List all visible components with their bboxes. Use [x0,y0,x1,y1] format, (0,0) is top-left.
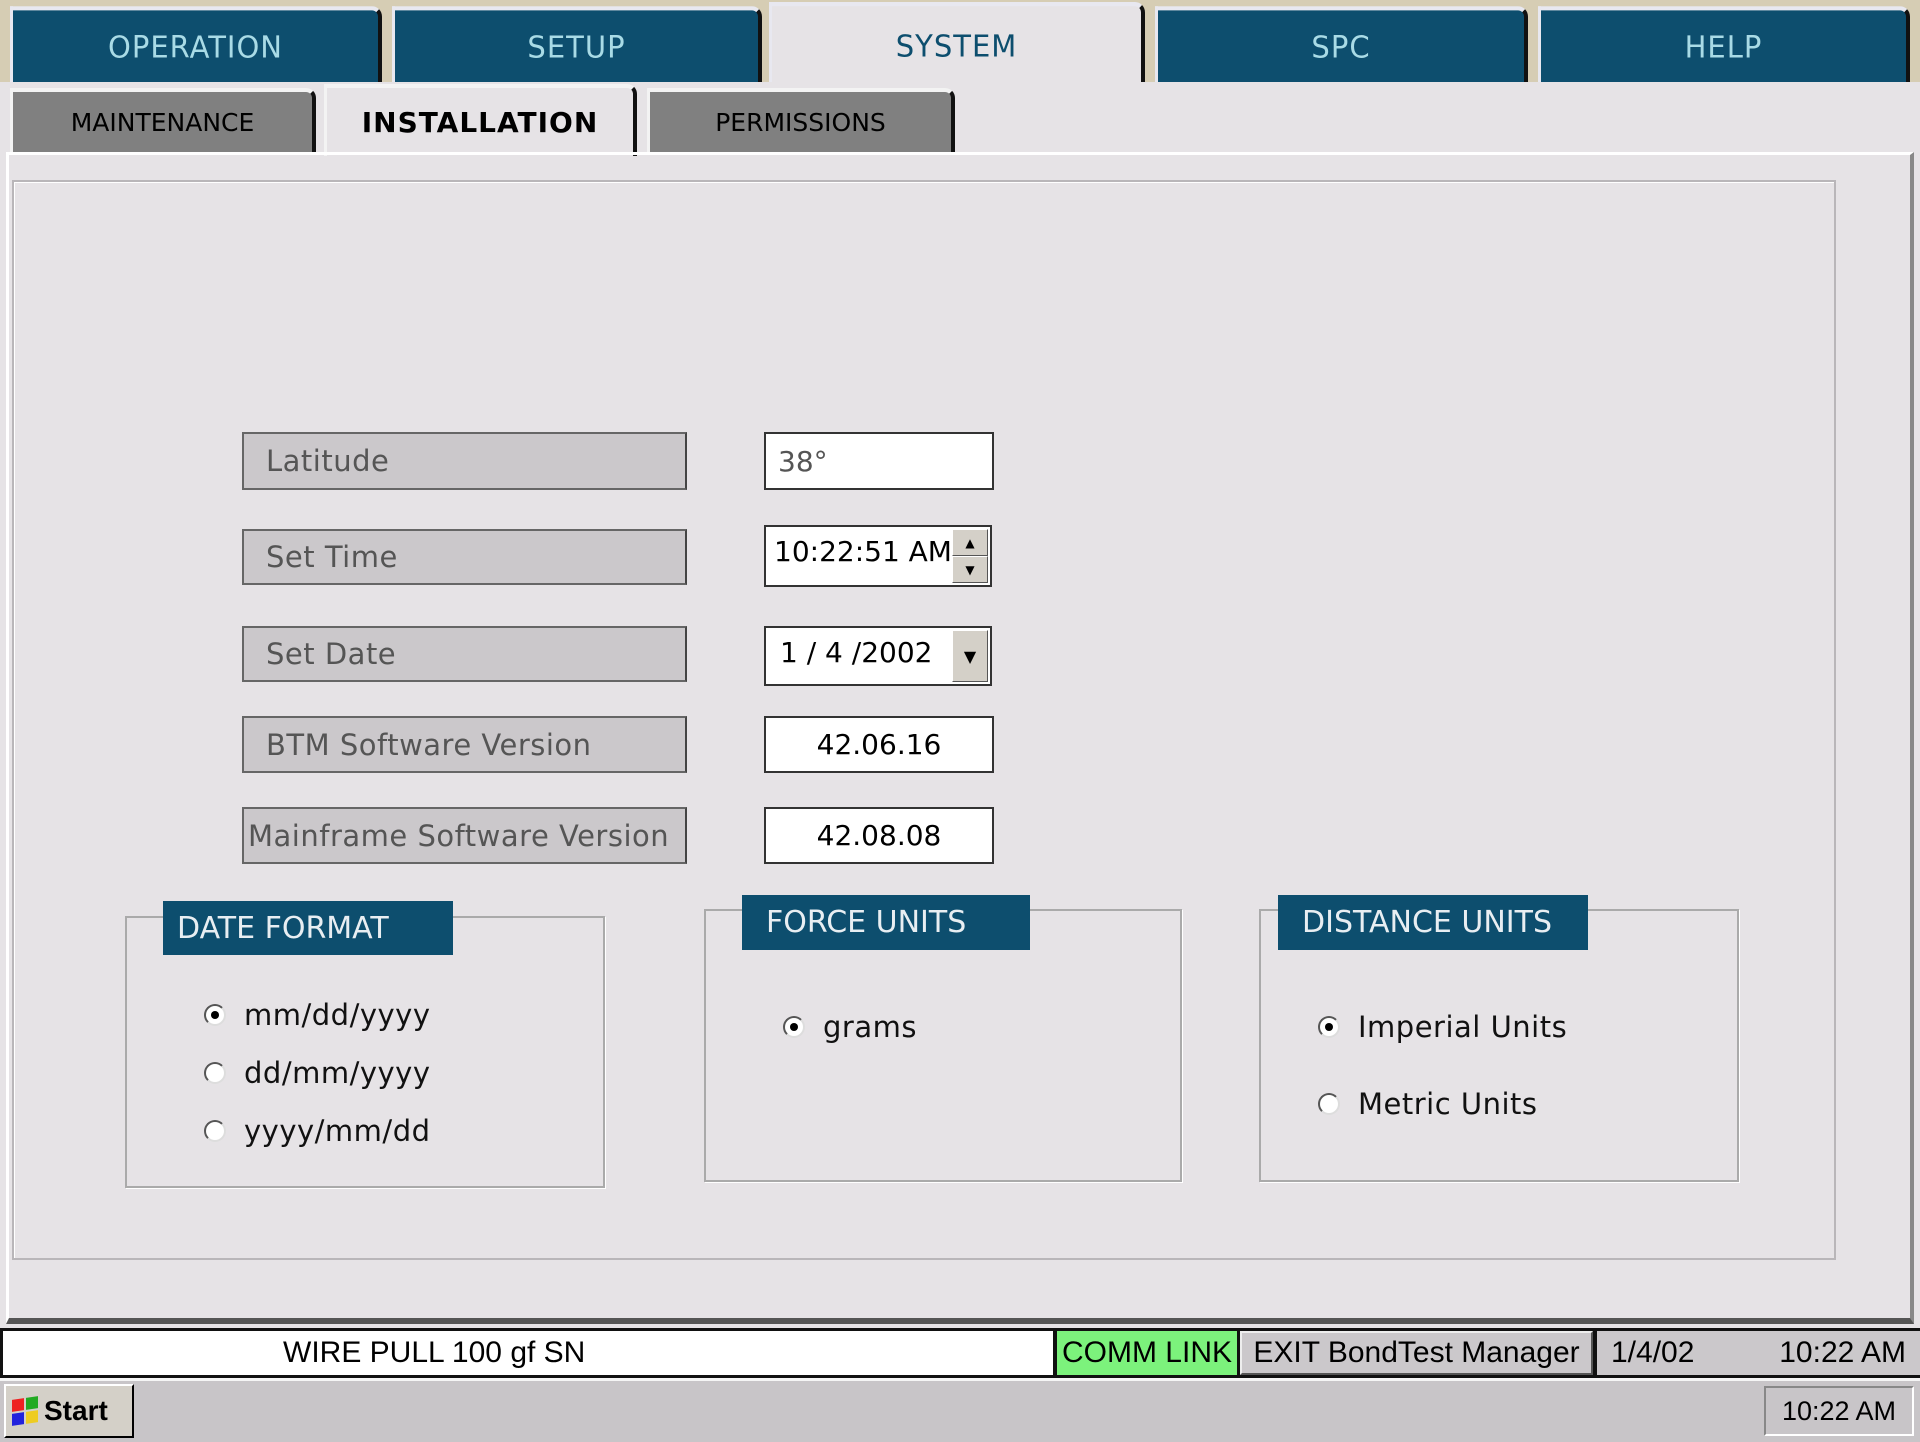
radio-label: grams [823,1010,917,1044]
radio-selected-icon[interactable] [204,1004,226,1026]
radio-label: yyyy/mm/dd [244,1114,431,1148]
tab-installation[interactable]: INSTALLATION [324,84,637,156]
radio-mm-dd-yyyy[interactable]: mm/dd/yyyy [204,998,431,1032]
radio-icon[interactable] [204,1062,226,1084]
radio-label: mm/dd/yyyy [244,998,431,1032]
date-value: 1 / 4 /2002 [780,636,933,669]
force-units-title: FORCE UNITS [742,895,1030,950]
test-status: WIRE PULL 100 gf SN [3,1331,1053,1375]
taskbar [0,1378,1920,1442]
radio-grams[interactable]: grams [783,1010,917,1044]
tab-help[interactable]: HELP [1538,6,1910,84]
date-dropdown-button[interactable]: ▼ [952,630,988,682]
latitude-label: Latitude [242,432,687,490]
time-spinner[interactable]: ▲ ▼ [952,529,988,583]
taskbar-clock: 10:22 AM [1764,1386,1914,1436]
radio-dd-mm-yyyy[interactable]: dd/mm/yyyy [204,1056,431,1090]
time-value: 10:22:51 AM [774,535,952,568]
tab-system[interactable]: SYSTEM [769,2,1145,86]
windows-logo-icon [12,1396,38,1426]
radio-imperial-units[interactable]: Imperial Units [1318,1010,1567,1044]
spin-up-icon[interactable]: ▲ [952,529,988,556]
radio-label: Imperial Units [1358,1010,1568,1044]
radio-label: Metric Units [1358,1087,1538,1121]
comm-link-indicator: COMM LINK [1057,1331,1237,1375]
tab-maintenance[interactable]: MAINTENANCE [10,88,316,152]
date-format-title: DATE FORMAT [163,901,453,955]
status-date: 1/4/02 [1611,1336,1695,1369]
radio-metric-units[interactable]: Metric Units [1318,1087,1538,1121]
time-field[interactable]: 10:22:51 AM ▲ ▼ [764,525,992,587]
status-datetime: 1/4/02 10:22 AM [1597,1331,1920,1375]
mainframe-version-field: 42.08.08 [764,807,994,864]
set-time-label: Set Time [242,529,687,585]
radio-selected-icon[interactable] [783,1016,805,1038]
start-button[interactable]: Start [4,1384,134,1438]
tab-spc[interactable]: SPC [1155,6,1528,84]
radio-yyyy-mm-dd[interactable]: yyyy/mm/dd [204,1114,431,1148]
tab-setup[interactable]: SETUP [392,6,762,84]
radio-label: dd/mm/yyyy [244,1056,431,1090]
start-label: Start [44,1395,108,1426]
radio-selected-icon[interactable] [1318,1016,1340,1038]
mainframe-version-label: Mainframe Software Version [242,807,687,864]
date-picker[interactable]: 1 / 4 /2002 ▼ [764,626,992,686]
spin-down-icon[interactable]: ▼ [952,556,988,583]
exit-button[interactable]: EXIT BondTest Manager [1240,1331,1593,1375]
latitude-field[interactable]: 38° [764,432,994,490]
distance-units-title: DISTANCE UNITS [1278,895,1588,950]
radio-icon[interactable] [1318,1093,1340,1115]
btm-version-label: BTM Software Version [242,716,687,773]
tab-operation[interactable]: OPERATION [10,6,382,84]
radio-icon[interactable] [204,1120,226,1142]
chevron-down-icon[interactable]: ▼ [952,630,988,682]
set-date-label: Set Date [242,626,687,682]
tab-permissions[interactable]: PERMISSIONS [647,88,955,152]
btm-version-field: 42.06.16 [764,716,994,773]
status-time: 10:22 AM [1779,1336,1906,1369]
